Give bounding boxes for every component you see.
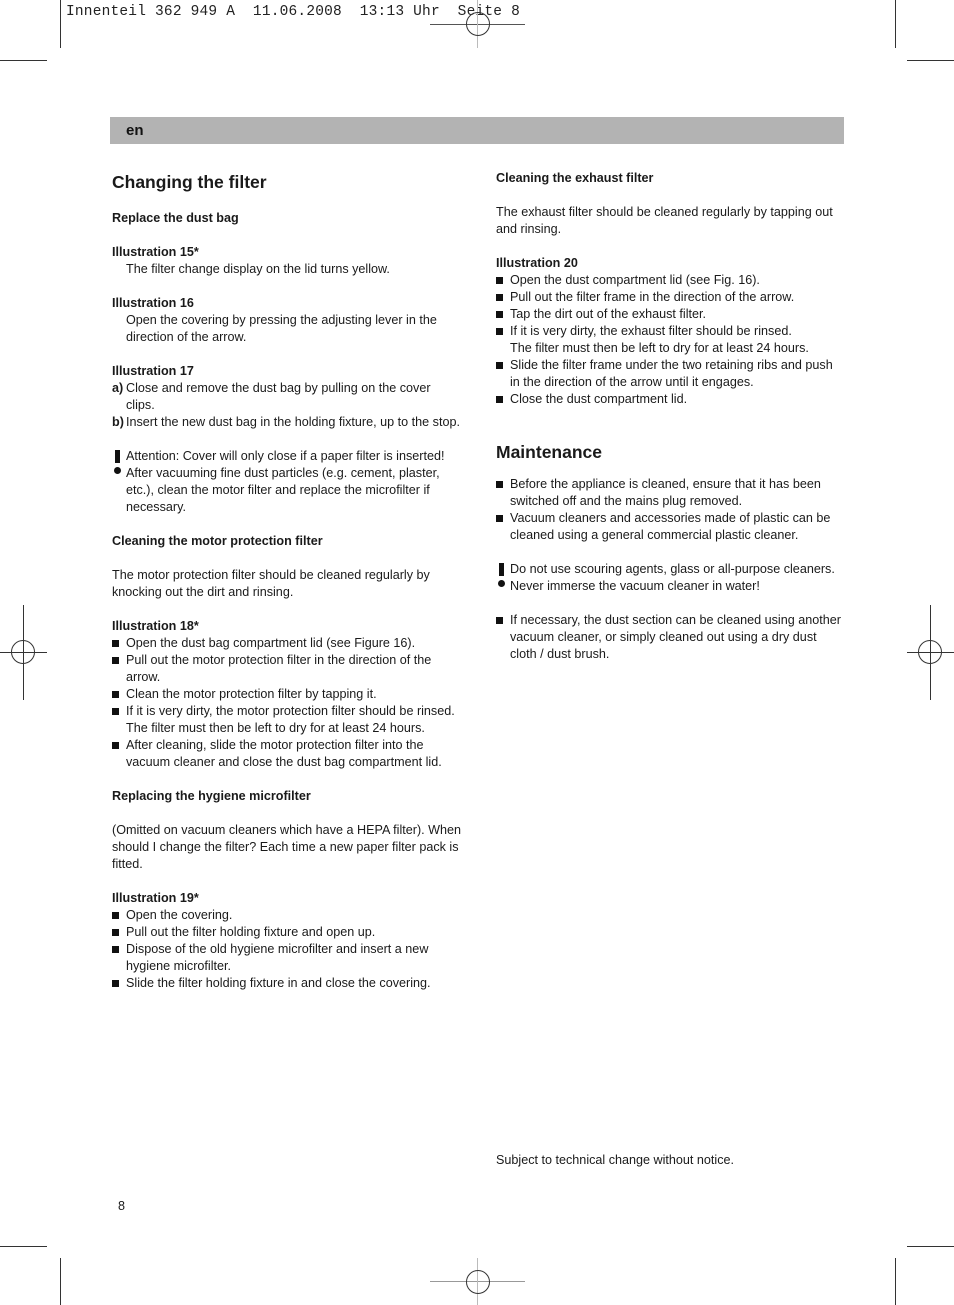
warning-text: Attention: Cover will only close if a pa… xyxy=(126,449,445,514)
warning-icon xyxy=(499,563,504,576)
list-item: If it is very dirty, the motor protectio… xyxy=(112,703,462,737)
illustration-label: Illustration 15* xyxy=(112,245,199,259)
paragraph: (Omitted on vacuum cleaners which have a… xyxy=(112,823,462,871)
lettered-step: a) Close and remove the dust bag by pulli… xyxy=(112,380,462,414)
subheading-exhaust-filter: Cleaning the exhaust filter xyxy=(496,171,654,185)
crop-mark xyxy=(895,0,896,48)
right-column: Cleaning the exhaust filter The exhaust … xyxy=(496,170,846,663)
bullet-icon xyxy=(496,294,503,301)
registration-mark-icon xyxy=(466,12,490,36)
step-letter: b) xyxy=(112,415,124,429)
list-item: Open the covering. xyxy=(112,907,462,924)
paragraph: The exhaust filter should be cleaned reg… xyxy=(496,205,833,236)
step-text: Insert the new dust bag in the holding f… xyxy=(126,415,460,429)
bullet-icon xyxy=(496,617,503,624)
subheading-motor-filter: Cleaning the motor protection filter xyxy=(112,534,323,548)
lettered-step: b) Insert the new dust bag in the holding… xyxy=(112,414,462,431)
list-item: Close the dust compartment lid. xyxy=(496,391,846,408)
subheading-microfilter: Replacing the hygiene microfilter xyxy=(112,789,311,803)
instruction-text: Open the covering by pressing the adjust… xyxy=(126,313,437,344)
bullet-list: If necessary, the dust section can be cl… xyxy=(496,612,846,663)
bullet-icon xyxy=(496,515,503,522)
list-item: After cleaning, slide the motor protecti… xyxy=(112,737,462,771)
bullet-icon xyxy=(496,396,503,403)
paragraph: The motor protection filter should be cl… xyxy=(112,568,430,599)
list-item: Clean the motor protection filter by tap… xyxy=(112,686,462,703)
bullet-icon xyxy=(112,691,119,698)
bullet-list: Before the appliance is cleaned, ensure … xyxy=(496,476,846,544)
bullet-icon xyxy=(496,328,503,335)
list-item: Slide the filter holding fixture in and … xyxy=(112,975,462,992)
step-letter: a) xyxy=(112,381,124,395)
instruction-text: The filter change display on the lid tur… xyxy=(126,262,390,276)
language-bar: en xyxy=(110,117,844,144)
list-item: Before the appliance is cleaned, ensure … xyxy=(496,476,846,510)
crop-mark xyxy=(895,1258,896,1305)
crop-mark xyxy=(907,1246,954,1247)
bullet-icon xyxy=(496,362,503,369)
print-slug: Innenteil 362 949 A 11.06.2008 13:13 Uhr… xyxy=(66,4,520,20)
list-item: Slide the filter frame under the two ret… xyxy=(496,357,846,391)
illustration-label: Illustration 19* xyxy=(112,891,199,905)
registration-mark-icon xyxy=(466,1270,490,1294)
bullet-icon xyxy=(112,980,119,987)
list-item: If necessary, the dust section can be cl… xyxy=(496,612,846,663)
section-title-changing-filter: Changing the filter xyxy=(112,172,267,192)
bullet-icon xyxy=(112,929,119,936)
left-column: Changing the filter Replace the dust bag… xyxy=(112,170,462,992)
list-item: Pull out the filter holding fixture and … xyxy=(112,924,462,941)
page-number: 8 xyxy=(118,1199,126,1213)
list-item: Open the dust compartment lid (see Fig. … xyxy=(496,272,846,289)
warning-icon-dot xyxy=(114,467,121,474)
list-item: Pull out the filter frame in the directi… xyxy=(496,289,846,306)
crop-mark xyxy=(60,1258,61,1305)
bullet-icon xyxy=(496,481,503,488)
bullet-list: Open the dust compartment lid (see Fig. … xyxy=(496,272,846,408)
bullet-icon xyxy=(112,912,119,919)
list-item: Vacuum cleaners and accessories made of … xyxy=(496,510,846,544)
illustration-label: Illustration 16 xyxy=(112,296,194,310)
list-item: Open the dust bag compartment lid (see F… xyxy=(112,635,462,652)
illustration-label: Illustration 17 xyxy=(112,364,194,378)
registration-mark-icon xyxy=(11,640,35,664)
illustration-label: Illustration 20 xyxy=(496,256,578,270)
section-title-maintenance: Maintenance xyxy=(496,442,602,462)
language-code: en xyxy=(126,122,144,139)
bullet-icon xyxy=(112,657,119,664)
warning-text: Never immerse the vacuum cleaner in wate… xyxy=(510,579,760,593)
crop-mark xyxy=(60,0,61,48)
bullet-icon xyxy=(112,946,119,953)
warning-icon-dot xyxy=(498,580,505,587)
bullet-icon xyxy=(496,277,503,284)
warning-icon xyxy=(115,450,120,463)
bullet-icon xyxy=(112,742,119,749)
warning-note: Attention: Cover will only close if a pa… xyxy=(112,448,462,516)
list-note: The filter must then be left to dry for … xyxy=(510,341,809,355)
bullet-list: Open the covering. Pull out the filter h… xyxy=(112,907,462,992)
footer-note: Subject to technical change without noti… xyxy=(496,1153,735,1167)
crop-mark xyxy=(0,1246,47,1247)
step-text: Close and remove the dust bag by pulling… xyxy=(126,381,431,412)
bullet-icon xyxy=(496,311,503,318)
subheading-replace-dust-bag: Replace the dust bag xyxy=(112,211,239,225)
list-item: Dispose of the old hygiene microfilter a… xyxy=(112,941,462,975)
list-item: Pull out the motor protection filter in … xyxy=(112,652,462,686)
warning-text: Do not use scouring agents, glass or all… xyxy=(510,562,835,576)
crop-mark xyxy=(907,60,954,61)
list-item: If it is very dirty, the exhaust filter … xyxy=(496,323,846,357)
list-item: Tap the dirt out of the exhaust filter. xyxy=(496,306,846,323)
crop-mark xyxy=(0,60,47,61)
illustration-label: Illustration 18* xyxy=(112,619,199,633)
registration-mark-icon xyxy=(918,640,942,664)
list-note: The filter must then be left to dry for … xyxy=(126,721,425,735)
bullet-list: Open the dust bag compartment lid (see F… xyxy=(112,635,462,771)
bullet-icon xyxy=(112,640,119,647)
bullet-icon xyxy=(112,708,119,715)
warning-note: Do not use scouring agents, glass or all… xyxy=(496,561,846,595)
